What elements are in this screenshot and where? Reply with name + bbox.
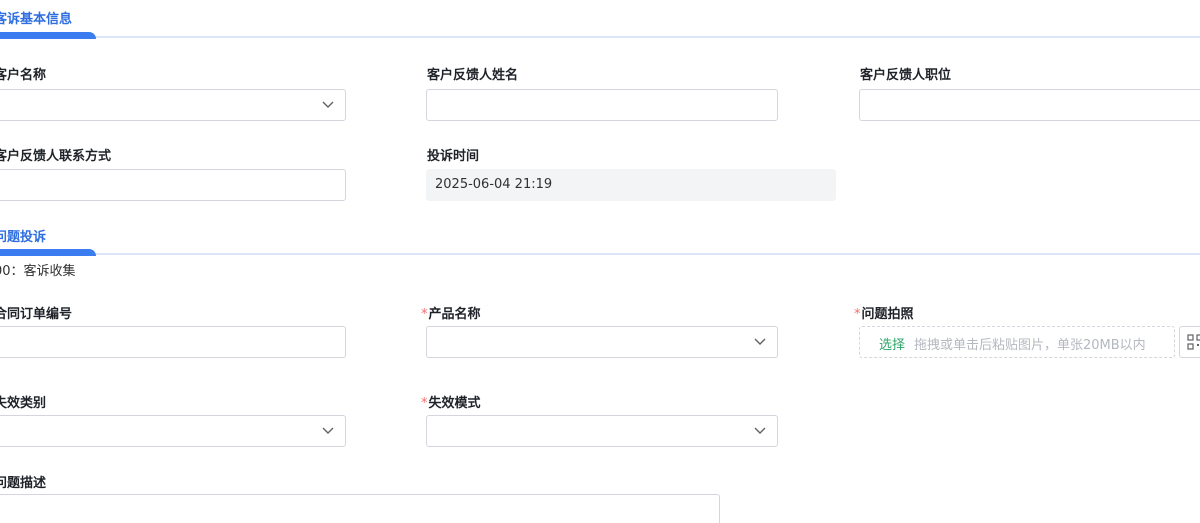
chevron-down-icon <box>322 427 334 434</box>
complaint-time-label: 投诉时间 <box>427 149 480 164</box>
contract-order-no-label: 合同订单编号 <box>0 307 73 322</box>
issue-description-textarea[interactable] <box>0 494 720 523</box>
failure-category-select[interactable] <box>0 415 346 447</box>
qr-upload-button[interactable] <box>1179 326 1200 358</box>
stage-text: 00：客诉收集 <box>0 264 76 279</box>
complaint-time-field: 2025-06-04 21:19 <box>426 169 836 201</box>
chevron-down-icon <box>754 427 766 434</box>
contract-order-no-input[interactable] <box>0 326 346 358</box>
feedback-contact-input[interactable] <box>0 169 346 201</box>
required-mark: * <box>421 396 428 411</box>
product-name-label: *产品名称 <box>421 303 481 322</box>
required-mark: * <box>854 307 861 322</box>
upload-hint: 拖拽或单击后粘贴图片，单张20MB以内 <box>914 338 1146 353</box>
upload-choose-link[interactable]: 选择 <box>879 334 905 353</box>
failure-mode-label: *失效模式 <box>421 392 481 411</box>
chevron-down-icon <box>322 101 334 108</box>
required-mark: * <box>421 307 428 322</box>
chevron-down-icon <box>754 338 766 345</box>
product-name-select[interactable] <box>426 326 778 358</box>
issue-photo-upload-area[interactable]: 选择 拖拽或单击后粘贴图片，单张20MB以内 <box>859 326 1175 358</box>
feedback-person-position-label: 客户反馈人职位 <box>860 68 952 83</box>
customer-name-label: 客户名称 <box>0 68 47 83</box>
qr-code-icon <box>1187 334 1200 350</box>
section-title-issue-complaint: 问题投诉 <box>0 230 47 245</box>
product-name-label-text: 产品名称 <box>428 307 481 322</box>
section-divider <box>0 36 1200 38</box>
failure-mode-select[interactable] <box>426 415 778 447</box>
complaint-time-value: 2025-06-04 21:19 <box>435 177 553 192</box>
failure-mode-label-text: 失效模式 <box>428 396 481 411</box>
failure-category-label: 失效类别 <box>0 396 47 411</box>
issue-photo-label: *问题拍照 <box>854 303 914 322</box>
issue-description-label: 问题描述 <box>0 476 47 491</box>
customer-name-select[interactable] <box>0 89 346 121</box>
feedback-person-name-label: 客户反馈人姓名 <box>427 68 519 83</box>
section-title-basic-info: 客诉基本信息 <box>0 12 73 27</box>
section-tab-indicator <box>0 249 96 256</box>
feedback-person-position-input[interactable] <box>859 89 1200 121</box>
feedback-person-name-input[interactable] <box>426 89 778 121</box>
feedback-contact-label: 客户反馈人联系方式 <box>0 149 112 164</box>
section-divider <box>0 253 1200 255</box>
issue-photo-label-text: 问题拍照 <box>861 307 914 322</box>
section-tab-indicator <box>0 32 96 39</box>
